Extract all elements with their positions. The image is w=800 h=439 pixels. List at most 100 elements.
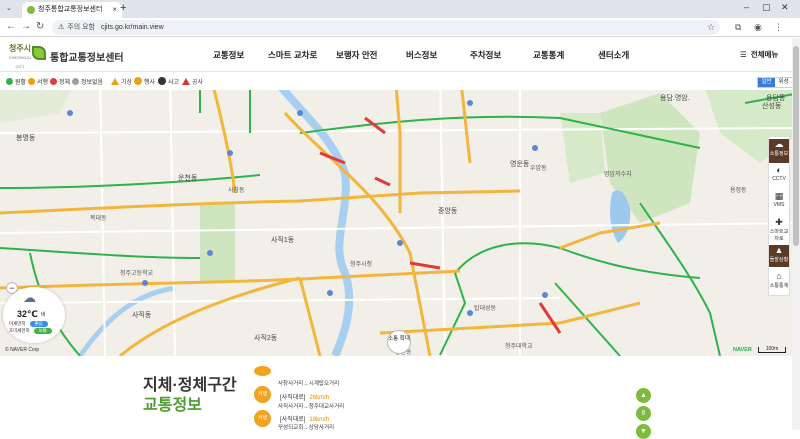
nav-bus-info[interactable]: 버스정보 <box>406 49 437 61</box>
map-label: 청주대학교 <box>505 344 533 350</box>
congestion-section-title: 지체·정체구간 교통정보 <box>143 377 237 414</box>
cctv-icon: ◐ <box>776 165 782 175</box>
scroll-up-button[interactable]: ▲ <box>636 388 651 403</box>
side-vms[interactable]: ▦ VMS <box>769 191 789 213</box>
accident-icon <box>158 77 166 85</box>
legend-construction[interactable]: 공사 <box>182 77 203 86</box>
legend-accident[interactable]: 사고 <box>158 77 179 86</box>
legend-smooth[interactable]: 원활 <box>6 77 26 86</box>
favicon-icon <box>27 6 35 14</box>
new-tab-button[interactable]: + <box>120 2 126 14</box>
close-tab-icon[interactable]: × <box>112 2 117 18</box>
weather-warning-icon <box>111 78 119 85</box>
map-label: 청주고등학교 <box>120 271 154 277</box>
fine-dust-badge: 좋음 <box>29 321 48 327</box>
browser-toolbar: ← → ↻ ⚠ 주의 요함 cjits.go.kr/main.view ☆ ⧉ ◉ … <box>0 18 800 37</box>
slow-dot-icon <box>28 78 35 85</box>
site-title[interactable]: 통합교통정보센터 <box>50 49 124 64</box>
intersection-icon: ✚ <box>775 217 783 227</box>
ultra-fine-dust-badge: 보통 <box>33 328 52 334</box>
map-label: 봉명동 <box>16 135 36 142</box>
more-menu-icon[interactable]: ⋮ <box>774 22 783 33</box>
legend-jam[interactable]: 정체 <box>50 77 70 86</box>
legend-event[interactable]: 행사 <box>134 77 155 86</box>
map-label: 명암저수지 <box>604 172 632 178</box>
legend-no-info[interactable]: 정보없음 <box>72 77 103 86</box>
status-tag: 서행 <box>254 386 271 403</box>
nav-traffic-info[interactable]: 교통정보 <box>213 49 244 61</box>
vms-icon: ▦ <box>774 191 784 201</box>
incident-icon: ▲ <box>774 245 784 255</box>
road-speed: 26km/h <box>309 395 330 401</box>
side-incident[interactable]: ▲ 돌발상황 <box>769 245 789 267</box>
map-label: 사창동 <box>228 188 245 194</box>
construction-icon <box>182 78 190 85</box>
legend-weather[interactable]: 기상 <box>111 77 132 86</box>
side-traffic-stats[interactable]: ⌂ 소통통계 <box>769 271 789 295</box>
traffic-zoom-button[interactable]: 소통 확대 <box>387 330 411 354</box>
nav-smart-intersection[interactable]: 스마트 교차로 <box>268 49 317 61</box>
nav-center-intro[interactable]: 센터소개 <box>598 49 629 61</box>
side-traffic-info[interactable]: ☁ 소통정보 <box>769 139 789 163</box>
naver-logo: NAVER <box>733 347 752 353</box>
nav-traffic-stats[interactable]: 교통통계 <box>533 49 564 61</box>
map-label: 우암동 <box>530 166 547 172</box>
smooth-dot-icon <box>6 78 13 85</box>
route-text: 사직사거리→청주대교사거리 <box>278 404 345 410</box>
maximize-icon[interactable]: ▢ <box>762 2 771 13</box>
map-attribution: © NAVER Corp <box>5 347 40 353</box>
nav-parking-info[interactable]: 주차정보 <box>470 49 501 61</box>
map-scale: 100m <box>758 347 786 353</box>
map-label: 사직동 <box>132 312 152 319</box>
address-bar[interactable]: ⚠ 주의 요함 cjits.go.kr/main.view <box>52 20 720 35</box>
status-tag: 서행 <box>254 410 271 427</box>
normal-map-button[interactable]: 일반 <box>758 78 775 87</box>
nav-pedestrian-safety[interactable]: 보행자 안전 <box>336 49 377 61</box>
map-label: 사직2동 <box>254 335 278 342</box>
ultra-fine-dust-row: 초미세먼지 보통 <box>9 328 63 334</box>
satellite-map-button[interactable]: 위성 <box>775 78 792 87</box>
rain-cloud-icon: ☁ <box>23 290 36 305</box>
map-type-toggle: 일반 위성 <box>757 77 793 88</box>
noinfo-dot-icon <box>72 78 79 85</box>
extensions-icon[interactable]: ⧉ <box>735 22 741 33</box>
fine-dust-row: 미세먼지 좋음 <box>9 321 63 327</box>
map-label: 영운동 <box>510 161 530 168</box>
minimize-icon[interactable]: – <box>744 2 749 12</box>
temperature: 32℃ <box>17 309 38 319</box>
tab-title: 청주통합교통정보센터 <box>38 6 103 13</box>
forward-icon[interactable]: → <box>21 21 31 32</box>
scroll-down-button[interactable]: ▼ <box>636 424 651 439</box>
status-tag <box>254 366 271 376</box>
security-label: 주의 요함 <box>67 24 95 31</box>
all-menu-label: 전체메뉴 <box>750 50 779 59</box>
weather-condition: 비 <box>41 312 46 318</box>
side-cctv[interactable]: ◐ CCTV <box>769 165 789 187</box>
warning-icon: ⚠ <box>58 24 65 31</box>
legend-slow[interactable]: 서행 <box>28 77 48 86</box>
pause-button[interactable]: Ⅱ <box>636 406 651 421</box>
close-window-icon[interactable]: ✕ <box>781 2 789 13</box>
map-label: 탑대성동 <box>474 306 497 312</box>
scrollbar-thumb[interactable] <box>793 46 799 246</box>
road-name: [사직대로] 18km/h <box>280 417 330 423</box>
side-smart-intersection[interactable]: ✚ 스마트교차로 <box>769 217 789 243</box>
traffic-map[interactable]: 원활 서행 정체 정보없음 기상 행사 사고 공사 용담.명암. 용담동 산성동… <box>0 73 800 356</box>
page-scrollbar[interactable] <box>792 38 800 430</box>
map-canvas <box>0 73 800 356</box>
city-logo[interactable]: 청주시 CHEONGJU CITY <box>8 44 32 71</box>
all-menu-button[interactable]: ☰ 전체메뉴 <box>740 49 778 60</box>
jam-dot-icon <box>50 78 57 85</box>
weather-widget: ☁ 32℃ 비 미세먼지 좋음 초미세먼지 보통 <box>3 287 65 343</box>
traffic-icon: ☁ <box>774 139 784 149</box>
reload-icon[interactable]: ↻ <box>36 21 44 32</box>
map-label: 용정동 <box>730 188 747 194</box>
back-icon[interactable]: ← <box>6 21 16 32</box>
map-label: 청주시청 <box>350 262 373 268</box>
bookmark-star-icon[interactable]: ☆ <box>707 22 715 33</box>
city-name: 청주시 <box>8 44 32 53</box>
profile-icon[interactable]: ◉ <box>754 22 762 33</box>
tab-search-icon[interactable]: ⌄ <box>6 4 12 12</box>
legend-bar: 원활 서행 정체 정보없음 기상 행사 사고 공사 <box>0 73 800 90</box>
browser-tab[interactable]: 청주통합교통정보센터 × <box>22 2 122 18</box>
